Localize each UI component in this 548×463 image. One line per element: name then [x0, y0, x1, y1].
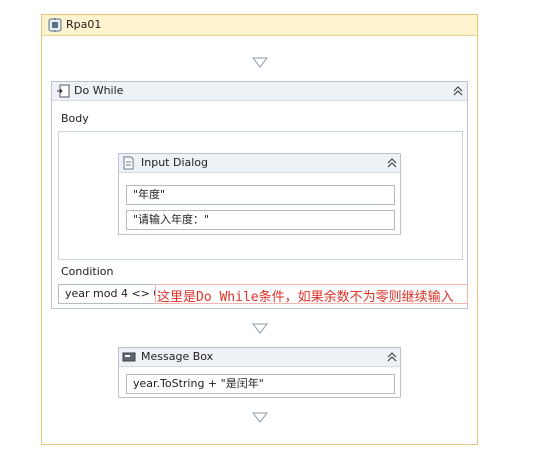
- sequence-icon: [48, 18, 62, 32]
- message-box-title: Message Box: [141, 350, 214, 363]
- do-while-icon: [56, 84, 70, 98]
- message-box-icon: [122, 351, 136, 363]
- condition-field[interactable]: year mod 4 <> 0: [58, 284, 156, 304]
- body-label: Body: [61, 112, 89, 125]
- message-box-activity[interactable]: Message Box year.ToString + "是闰年": [118, 347, 401, 398]
- do-while-header[interactable]: Do While: [52, 82, 467, 101]
- collapse-icon[interactable]: [386, 157, 398, 169]
- collapse-icon[interactable]: [386, 351, 398, 363]
- input-dialog-activity[interactable]: Input Dialog "年度" "请输入年度：": [118, 153, 401, 235]
- condition-label: Condition: [61, 265, 114, 278]
- input-dialog-header[interactable]: Input Dialog: [119, 154, 400, 173]
- collapse-icon[interactable]: [452, 85, 464, 97]
- condition-annotation: 这里是Do While条件，如果余数不为零则继续输入: [157, 290, 454, 305]
- message-box-header[interactable]: Message Box: [119, 348, 400, 367]
- sequence-title: Rpa01: [66, 18, 102, 31]
- input-dialog-field-1[interactable]: "年度": [126, 185, 395, 205]
- drop-arrow-icon[interactable]: [251, 412, 269, 423]
- sequence-header[interactable]: Rpa01: [42, 15, 477, 36]
- input-dialog-field-2[interactable]: "请输入年度：": [126, 210, 395, 230]
- drop-arrow-icon[interactable]: [251, 323, 269, 334]
- input-dialog-title: Input Dialog: [141, 156, 209, 169]
- message-box-field[interactable]: year.ToString + "是闰年": [126, 374, 395, 394]
- do-while-title: Do While: [74, 84, 124, 97]
- drop-arrow-icon[interactable]: [251, 57, 269, 68]
- input-dialog-icon: [122, 156, 135, 170]
